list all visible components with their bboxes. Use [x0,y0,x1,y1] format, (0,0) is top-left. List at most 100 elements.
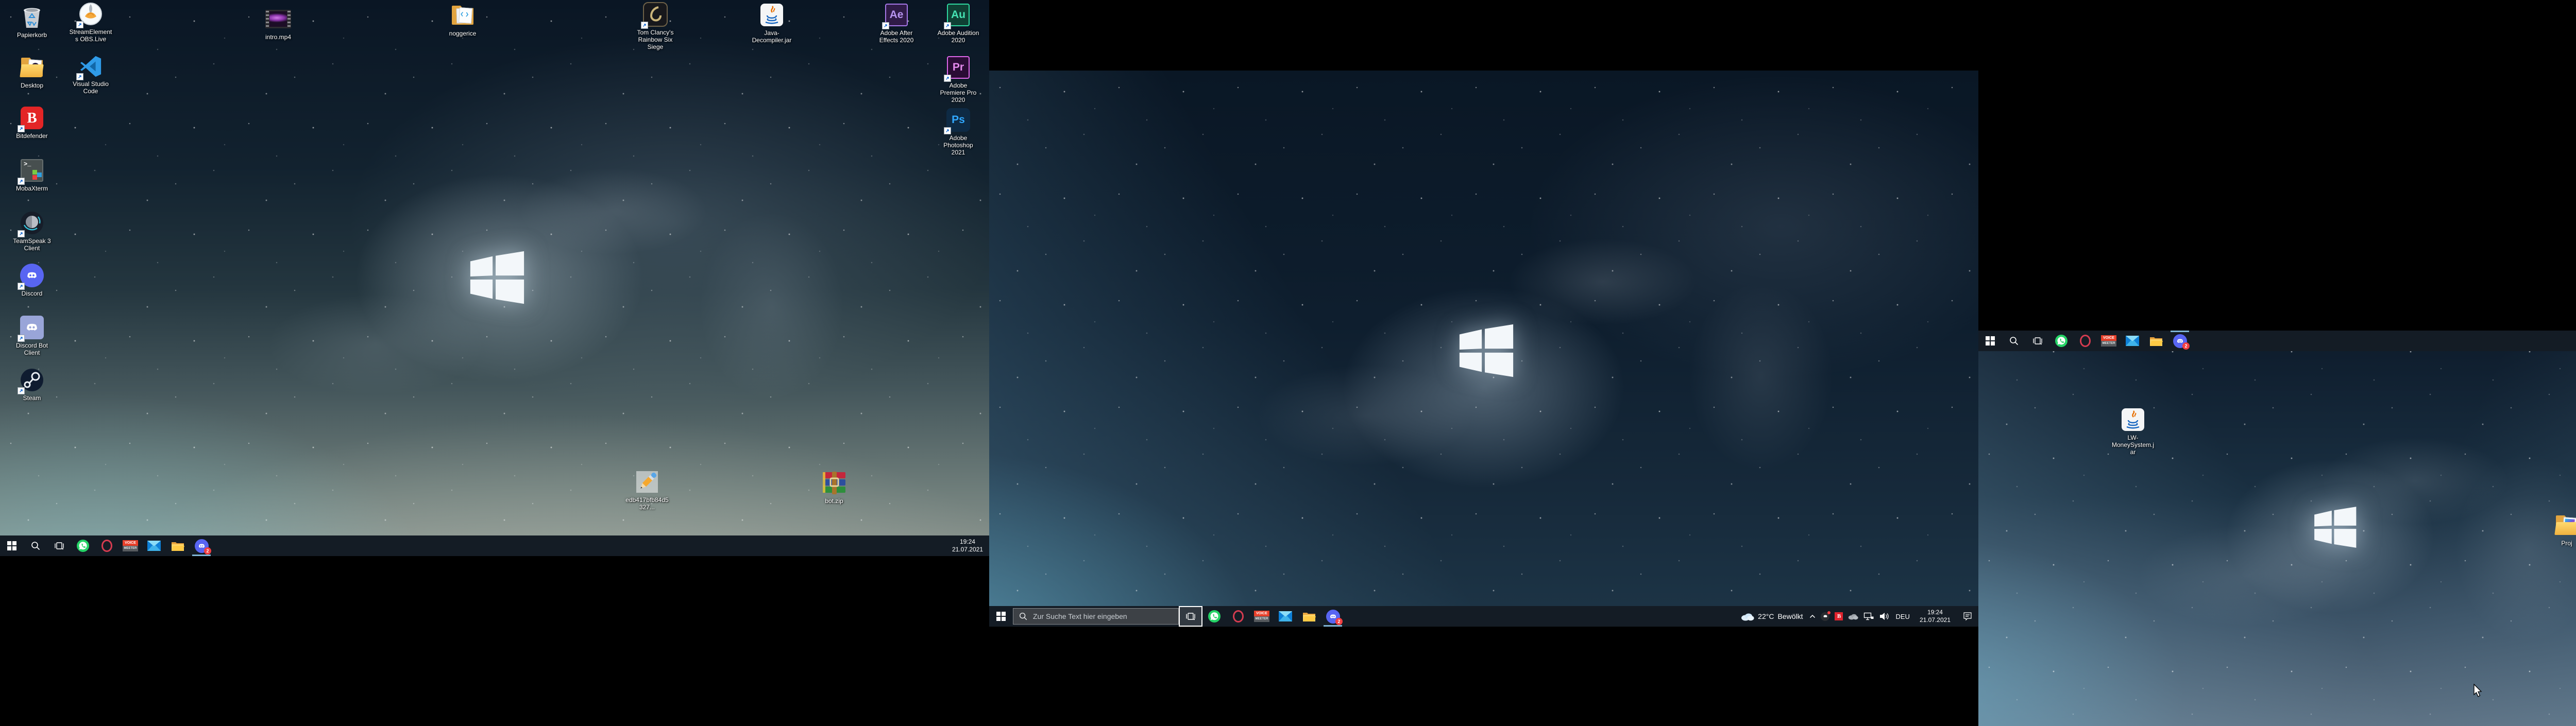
mail-taskbar-button[interactable] [1274,606,1297,627]
task-view-button[interactable] [47,535,71,556]
desktop-icon-mobaxterm[interactable]: >_ MobaXterm [10,158,54,192]
rainbow-six-icon [642,2,668,27]
desktop-icon-noggerice[interactable]: noggerice [440,3,485,37]
running-app-indicator [2171,331,2189,332]
search-button[interactable] [2002,331,2026,351]
icon-label: TeamSpeak 3 Client [10,237,54,252]
start-button[interactable] [989,606,1013,627]
taskbar-search-box[interactable]: Zur Suche Text hier eingeben [1013,608,1179,625]
folder-icon [19,55,45,80]
weather-temperature: 22°C [1758,612,1774,620]
file-explorer-taskbar-button[interactable] [2144,331,2168,351]
search-icon [2009,336,2019,346]
discord-taskbar-button[interactable]: 2 [2168,331,2192,351]
taskbar-clock[interactable]: 19:24 21.07.2021 [946,535,989,556]
action-center-button[interactable] [1957,606,1978,627]
icon-label: Discord [22,290,43,297]
desktop-icon-premiere[interactable]: Pr Adobe Premiere Pro 2020 [936,55,980,103]
folder-icon [2554,512,2576,538]
desktop-icon-vscode[interactable]: Visual Studio Code [69,53,113,95]
weather-widget[interactable]: 22°C Bewölkt [1737,612,1807,621]
voicemeeter-taskbar-button[interactable]: VOICEMEETER [118,535,142,556]
shortcut-arrow-icon [18,283,25,290]
desktop-icon-proj[interactable]: Proj [2545,512,2576,547]
desktop-icon-intro-mp4[interactable]: intro.mp4 [256,6,300,41]
clock-date: 21.07.2021 [1920,616,1951,624]
opera-gx-taskbar-button[interactable] [95,535,118,556]
taskbar-clock[interactable]: 19:24 21.07.2021 [1913,606,1957,627]
voicemeeter-icon: VOICEMEETER [2101,335,2116,347]
voicemeeter-taskbar-button[interactable]: VOICEMEETER [1250,606,1274,627]
opera-gx-taskbar-button[interactable] [2073,331,2097,351]
desktop-icon-streamelements[interactable]: StreamElements OBS.Live [69,1,113,43]
opera-gx-taskbar-button[interactable] [1226,606,1250,627]
bitdefender-icon: B [19,105,45,131]
photoshop-icon: Ps [945,107,971,133]
mail-taskbar-button[interactable] [142,535,166,556]
desktop-icon-after-effects[interactable]: Ae Adobe After Effects 2020 [874,2,919,44]
volume-icon [1879,612,1889,620]
audition-icon: Au [945,2,971,28]
task-view-icon [1185,611,1196,621]
whatsapp-icon [2055,334,2068,348]
voicemeeter-taskbar-button[interactable]: VOICEMEETER [2097,331,2121,351]
search-icon [1019,612,1028,621]
onedrive-cloud-icon [1848,613,1858,620]
bitdefender-tray-button[interactable]: B [1832,606,1845,627]
shortcut-arrow-icon [18,178,25,185]
tray-expand-button[interactable] [1807,606,1818,627]
desktop-icon-bitdefender[interactable]: B Bitdefender [10,105,54,140]
folder-icon [450,3,476,28]
mail-icon [2126,336,2139,346]
discord-tray-icon-button[interactable] [1818,606,1832,627]
icon-label: Adobe Audition 2020 [936,29,980,44]
keyboard-language-indicator[interactable]: DEU [1892,613,1913,620]
java-jar-icon [759,2,785,28]
discord-taskbar-button[interactable]: 2 [190,535,213,556]
desktop-icon-steam[interactable]: Steam [10,367,54,402]
taskbar-right-monitor: VOICEMEETER 2 19:24 21.07.2021 [1978,331,2576,351]
desktop-icon-bot-zip[interactable]: bot.zip [812,470,856,505]
icon-label: Papierkorb [17,31,47,39]
whatsapp-taskbar-button[interactable] [71,535,95,556]
mail-taskbar-button[interactable] [2121,331,2144,351]
desktop-icon-java-decompiler[interactable]: Java-Decompiler.jar [750,2,794,44]
desktop-icon-papierkorb[interactable]: Papierkorb [10,4,54,39]
monitor-left: Papierkorb Desktop B Bitdefender >_ Moba… [0,0,989,556]
whatsapp-taskbar-button[interactable] [1202,606,1226,627]
volume-tray-button[interactable] [1876,606,1892,627]
desktop-icon-photoshop[interactable]: Ps Adobe Photoshop 2021 [936,107,980,156]
clock-time: 19:24 [1927,609,1943,616]
search-button[interactable] [24,535,47,556]
icon-label: Adobe After Effects 2020 [874,29,919,44]
windows-start-icon [996,612,1006,621]
file-explorer-taskbar-button[interactable] [1297,606,1321,627]
desktop-icon-audition[interactable]: Au Adobe Audition 2020 [936,2,980,44]
desktop-icon-lw-moneysystem[interactable]: LW-MoneySystem.jar [2111,407,2155,456]
clock-date: 21.07.2021 [952,546,983,554]
desktop-icon-discord[interactable]: Discord [10,263,54,297]
recycle-bin-icon [19,4,45,30]
desktop-icon-desktop-folder[interactable]: Desktop [10,55,54,89]
windows-logo [466,249,527,306]
desktop-icon-discord-bot-client[interactable]: Discord Bot Client [10,315,54,356]
file-explorer-icon [2149,336,2163,347]
task-view-button[interactable] [1179,606,1202,627]
shortcut-arrow-icon [18,230,25,237]
whatsapp-taskbar-button[interactable] [2049,331,2073,351]
start-button[interactable] [1978,331,2002,351]
desktop-icon-rainbow-six[interactable]: Tom Clancy's Rainbow Six Siege [633,2,677,50]
file-explorer-taskbar-button[interactable] [166,535,190,556]
discord-tray-icon [1821,612,1829,621]
discord-taskbar-button[interactable]: 2 [1321,606,1345,627]
steam-icon [19,367,45,393]
task-view-button[interactable] [2026,331,2049,351]
task-view-icon [54,541,64,551]
desktop-icon-edb-file[interactable]: edb417bfb84d5327... [625,469,669,511]
discord-bot-icon [19,315,45,340]
desktop-icon-teamspeak[interactable]: TeamSpeak 3 Client [10,210,54,252]
network-tray-button[interactable] [1861,606,1876,627]
onedrive-tray-button[interactable] [1845,606,1861,627]
start-button[interactable] [0,535,24,556]
action-center-icon [1963,612,1972,621]
